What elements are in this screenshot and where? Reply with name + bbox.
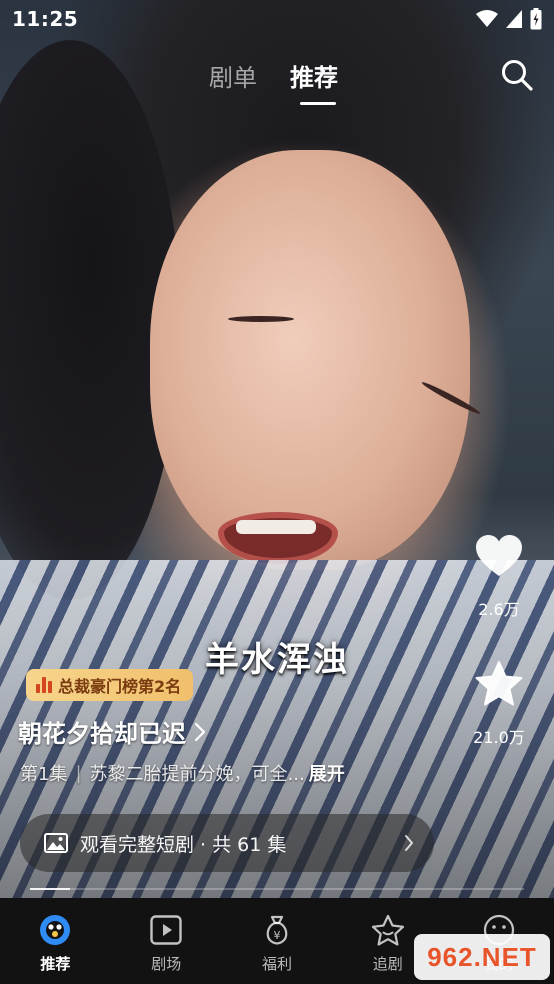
drama-description: 第1集 | 苏黎二胎提前分娩，可全... 展开 — [20, 760, 420, 786]
description-text: 苏黎二胎提前分娩，可全... — [89, 764, 305, 785]
search-button[interactable] — [500, 58, 534, 92]
episode-label: 第1集 — [20, 764, 68, 785]
play-square-icon — [149, 913, 183, 947]
signal-icon — [506, 10, 522, 28]
tab-recommend[interactable]: 推荐 — [290, 58, 338, 93]
chevron-right-icon — [405, 835, 413, 851]
nav-item-recommend[interactable]: 推荐 — [0, 898, 111, 984]
nav-label-welfare: 福利 — [261, 955, 292, 973]
heart-icon — [476, 535, 522, 576]
svg-text:¥: ¥ — [273, 929, 280, 942]
playback-progress-bar[interactable] — [30, 888, 524, 890]
nav-item-welfare[interactable]: ¥ 福利 — [222, 898, 333, 984]
nav-label-theater: 剧场 — [151, 955, 182, 973]
site-watermark-logo: 962.NET — [414, 934, 550, 980]
watermark-text: 962.NET — [427, 941, 537, 972]
search-icon — [502, 60, 533, 91]
nav-label-follow: 追剧 — [372, 955, 403, 973]
tab-active-indicator — [300, 102, 336, 105]
like-count: 2.6万 — [478, 600, 520, 619]
wifi-icon — [476, 10, 498, 27]
nav-item-theater[interactable]: 剧场 — [111, 898, 222, 984]
rank-badge[interactable]: 总裁豪门榜第2名 — [26, 669, 194, 701]
star-follow-icon — [371, 913, 405, 947]
like-button[interactable] — [475, 532, 523, 580]
top-tabs: 剧单 推荐 — [0, 58, 554, 108]
nav-label-recommend: 推荐 — [40, 955, 71, 973]
rank-badge-label: 总裁豪门榜第2名 — [58, 677, 182, 696]
drama-title-link[interactable]: 朝花夕拾却已迟 — [18, 714, 206, 749]
playback-progress-fill — [30, 888, 70, 890]
money-bag-icon: ¥ — [260, 913, 294, 947]
description-divider: | — [75, 762, 82, 784]
video-teeth-shape — [236, 520, 316, 534]
status-bar: 11:25 — [0, 0, 554, 38]
expand-button[interactable]: 展开 — [309, 760, 345, 786]
tab-drama-list[interactable]: 剧单 — [209, 58, 257, 93]
watch-full-label: 观看完整短剧 · 共 61 集 — [80, 833, 287, 856]
video-eye-left — [228, 316, 294, 322]
watch-full-drama-button[interactable]: 观看完整短剧 · 共 61 集 — [20, 814, 434, 872]
battery-icon — [530, 8, 542, 30]
recommend-icon — [38, 913, 72, 947]
status-time: 11:25 — [12, 7, 79, 31]
chevron-right-icon — [194, 722, 206, 741]
image-icon — [44, 833, 68, 853]
drama-title: 朝花夕拾却已迟 — [18, 720, 186, 748]
status-icons — [476, 8, 542, 30]
rank-chart-icon — [36, 677, 52, 693]
favorite-count: 21.0万 — [473, 728, 525, 747]
video-face-shape — [150, 150, 470, 570]
